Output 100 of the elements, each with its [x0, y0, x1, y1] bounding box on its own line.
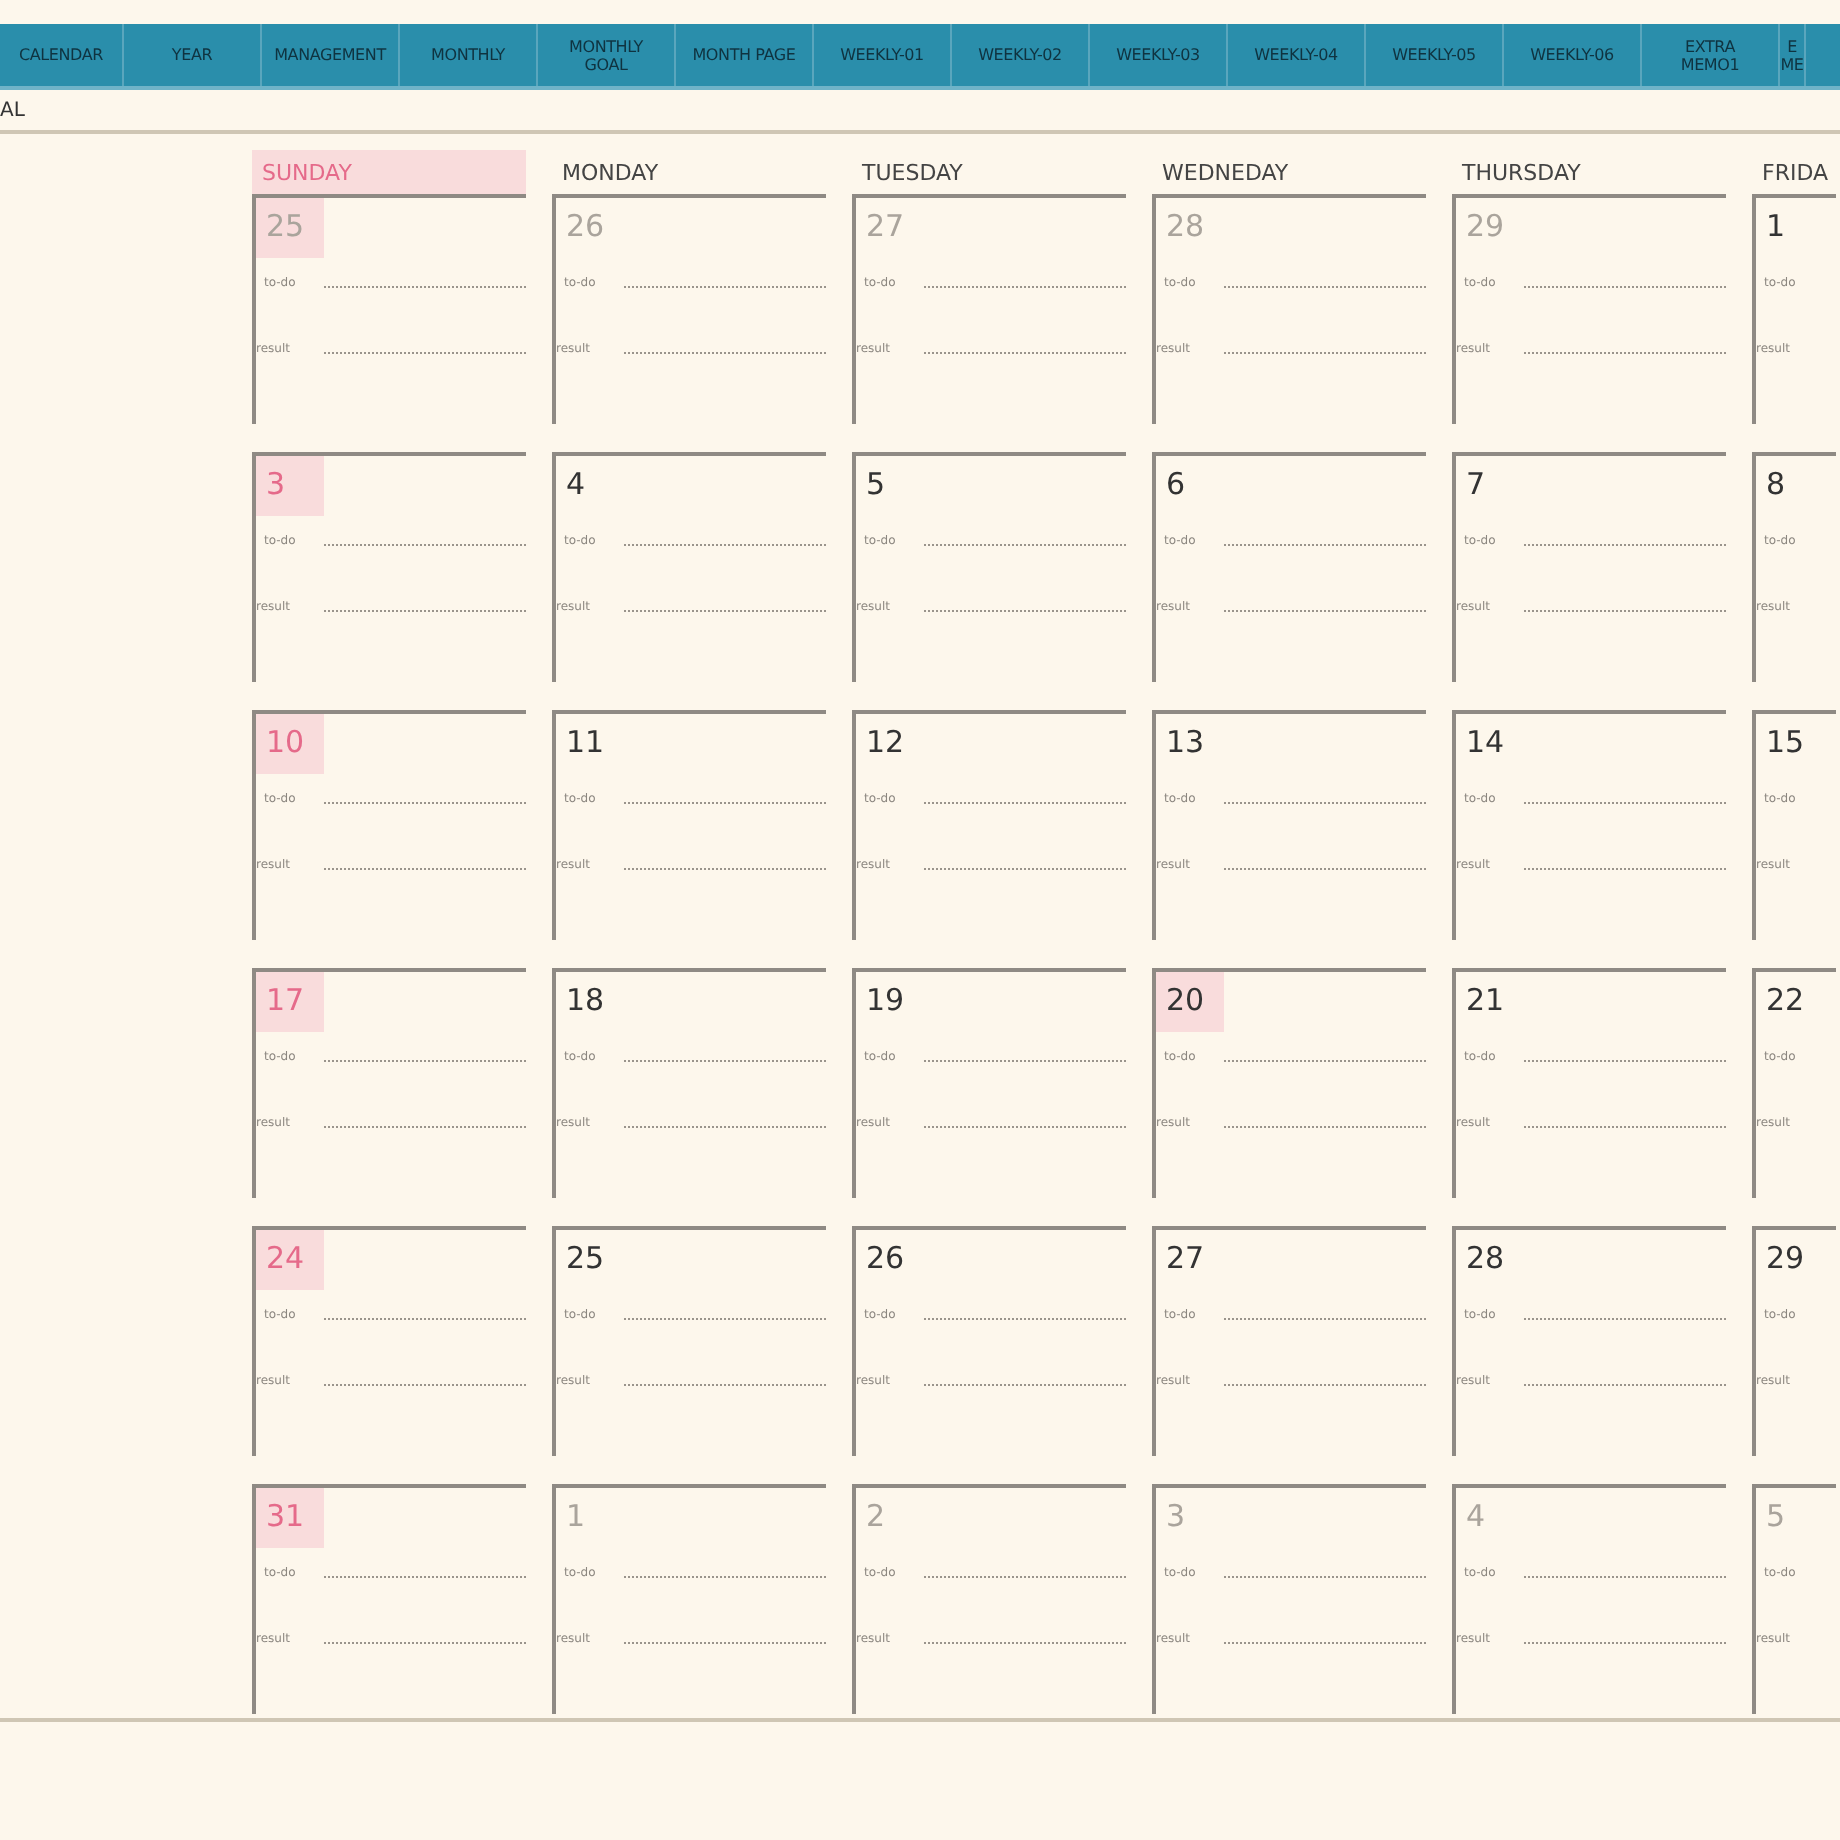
todo-line[interactable] — [1224, 1060, 1426, 1062]
nav-tab[interactable]: E ME — [1780, 24, 1806, 86]
todo-line[interactable] — [1224, 544, 1426, 546]
result-line[interactable] — [924, 868, 1126, 870]
day-number: 13 — [1164, 722, 1207, 764]
result-line[interactable] — [624, 1642, 826, 1644]
result-line[interactable] — [1524, 868, 1726, 870]
nav-tab[interactable]: WEEKLY-05 — [1366, 24, 1504, 86]
todo-line[interactable] — [324, 1576, 526, 1578]
todo-line[interactable] — [1524, 802, 1726, 804]
day-number: 26 — [564, 206, 607, 248]
day-number: 25 — [256, 198, 324, 258]
nav-tab[interactable]: WEEKLY-06 — [1504, 24, 1642, 86]
result-line[interactable] — [924, 1126, 1126, 1128]
result-line[interactable] — [1224, 610, 1426, 612]
nav-tab[interactable]: MONTHLY — [400, 24, 538, 86]
result-line[interactable] — [1224, 1384, 1426, 1386]
todo-line[interactable] — [1224, 1318, 1426, 1320]
day-number: 1 — [1764, 206, 1788, 248]
weekday-header: FRIDA — [1760, 158, 1831, 190]
result-line[interactable] — [324, 352, 526, 354]
todo-line[interactable] — [1224, 802, 1426, 804]
result-line[interactable] — [1224, 868, 1426, 870]
todo-line[interactable] — [924, 1576, 1126, 1578]
day-number: 3 — [1164, 1496, 1188, 1538]
result-line[interactable] — [924, 610, 1126, 612]
result-line[interactable] — [1524, 1642, 1726, 1644]
day-number: 29 — [1764, 1238, 1807, 1280]
nav-tab[interactable]: MONTH PAGE — [676, 24, 814, 86]
day-number: 10 — [256, 714, 324, 774]
result-line[interactable] — [924, 1384, 1126, 1386]
weekday-header: MONDAY — [560, 158, 661, 190]
todo-line[interactable] — [1224, 286, 1426, 288]
day-number: 19 — [864, 980, 907, 1022]
result-line[interactable] — [924, 352, 1126, 354]
todo-line[interactable] — [324, 1318, 526, 1320]
todo-line[interactable] — [1524, 1576, 1726, 1578]
result-line[interactable] — [1224, 1126, 1426, 1128]
day-number: 12 — [864, 722, 907, 764]
nav-tab[interactable]: WEEKLY-02 — [952, 24, 1090, 86]
todo-line[interactable] — [324, 1060, 526, 1062]
day-number: 5 — [864, 464, 888, 506]
todo-line[interactable] — [624, 1318, 826, 1320]
todo-line[interactable] — [924, 1060, 1126, 1062]
todo-line[interactable] — [924, 544, 1126, 546]
result-line[interactable] — [624, 1384, 826, 1386]
weekday-header: WEDNEDAY — [1160, 158, 1291, 190]
todo-line[interactable] — [624, 1060, 826, 1062]
weekday-header: TUESDAY — [860, 158, 965, 190]
result-line[interactable] — [1524, 1126, 1726, 1128]
nav-tab[interactable]: YEAR — [124, 24, 262, 86]
result-line[interactable] — [324, 610, 526, 612]
todo-line[interactable] — [624, 286, 826, 288]
result-line[interactable] — [624, 868, 826, 870]
result-line[interactable] — [624, 352, 826, 354]
day-number: 26 — [864, 1238, 907, 1280]
todo-line[interactable] — [624, 1576, 826, 1578]
result-line[interactable] — [324, 868, 526, 870]
todo-line[interactable] — [924, 286, 1126, 288]
nav-tab[interactable]: EXTRA MEMO1 — [1642, 24, 1780, 86]
day-number: 29 — [1464, 206, 1507, 248]
todo-line[interactable] — [324, 544, 526, 546]
day-number: 15 — [1764, 722, 1807, 764]
todo-line[interactable] — [1524, 286, 1726, 288]
todo-line[interactable] — [324, 286, 526, 288]
todo-line[interactable] — [924, 802, 1126, 804]
result-line[interactable] — [924, 1642, 1126, 1644]
result-line[interactable] — [324, 1384, 526, 1386]
result-line[interactable] — [1224, 352, 1426, 354]
todo-line[interactable] — [1524, 544, 1726, 546]
day-number: 8 — [1764, 464, 1788, 506]
day-number: 18 — [564, 980, 607, 1022]
nav-tab[interactable]: WEEKLY-01 — [814, 24, 952, 86]
nav-tab[interactable]: MANAGEMENT — [262, 24, 400, 86]
day-number: 7 — [1464, 464, 1488, 506]
todo-line[interactable] — [324, 802, 526, 804]
day-number: 28 — [1164, 206, 1207, 248]
day-number: 5 — [1764, 1496, 1788, 1538]
todo-line[interactable] — [624, 544, 826, 546]
result-line[interactable] — [1524, 1384, 1726, 1386]
todo-line[interactable] — [1524, 1318, 1726, 1320]
day-number: 4 — [564, 464, 588, 506]
nav-tab[interactable]: CALENDAR — [0, 24, 124, 86]
todo-line[interactable] — [924, 1318, 1126, 1320]
day-number: 20 — [1156, 972, 1224, 1032]
result-line[interactable] — [324, 1126, 526, 1128]
todo-line[interactable] — [624, 802, 826, 804]
nav-tab[interactable]: WEEKLY-04 — [1228, 24, 1366, 86]
result-line[interactable] — [624, 610, 826, 612]
todo-line[interactable] — [1524, 1060, 1726, 1062]
result-line[interactable] — [1224, 1642, 1426, 1644]
nav-tab[interactable]: WEEKLY-03 — [1090, 24, 1228, 86]
todo-line[interactable] — [1224, 1576, 1426, 1578]
result-line[interactable] — [624, 1126, 826, 1128]
result-line[interactable] — [1524, 610, 1726, 612]
nav-tab[interactable]: MONTHLY GOAL — [538, 24, 676, 86]
result-line[interactable] — [1524, 352, 1726, 354]
result-line[interactable] — [324, 1642, 526, 1644]
day-number: 3 — [256, 456, 324, 516]
day-number: 11 — [564, 722, 607, 764]
